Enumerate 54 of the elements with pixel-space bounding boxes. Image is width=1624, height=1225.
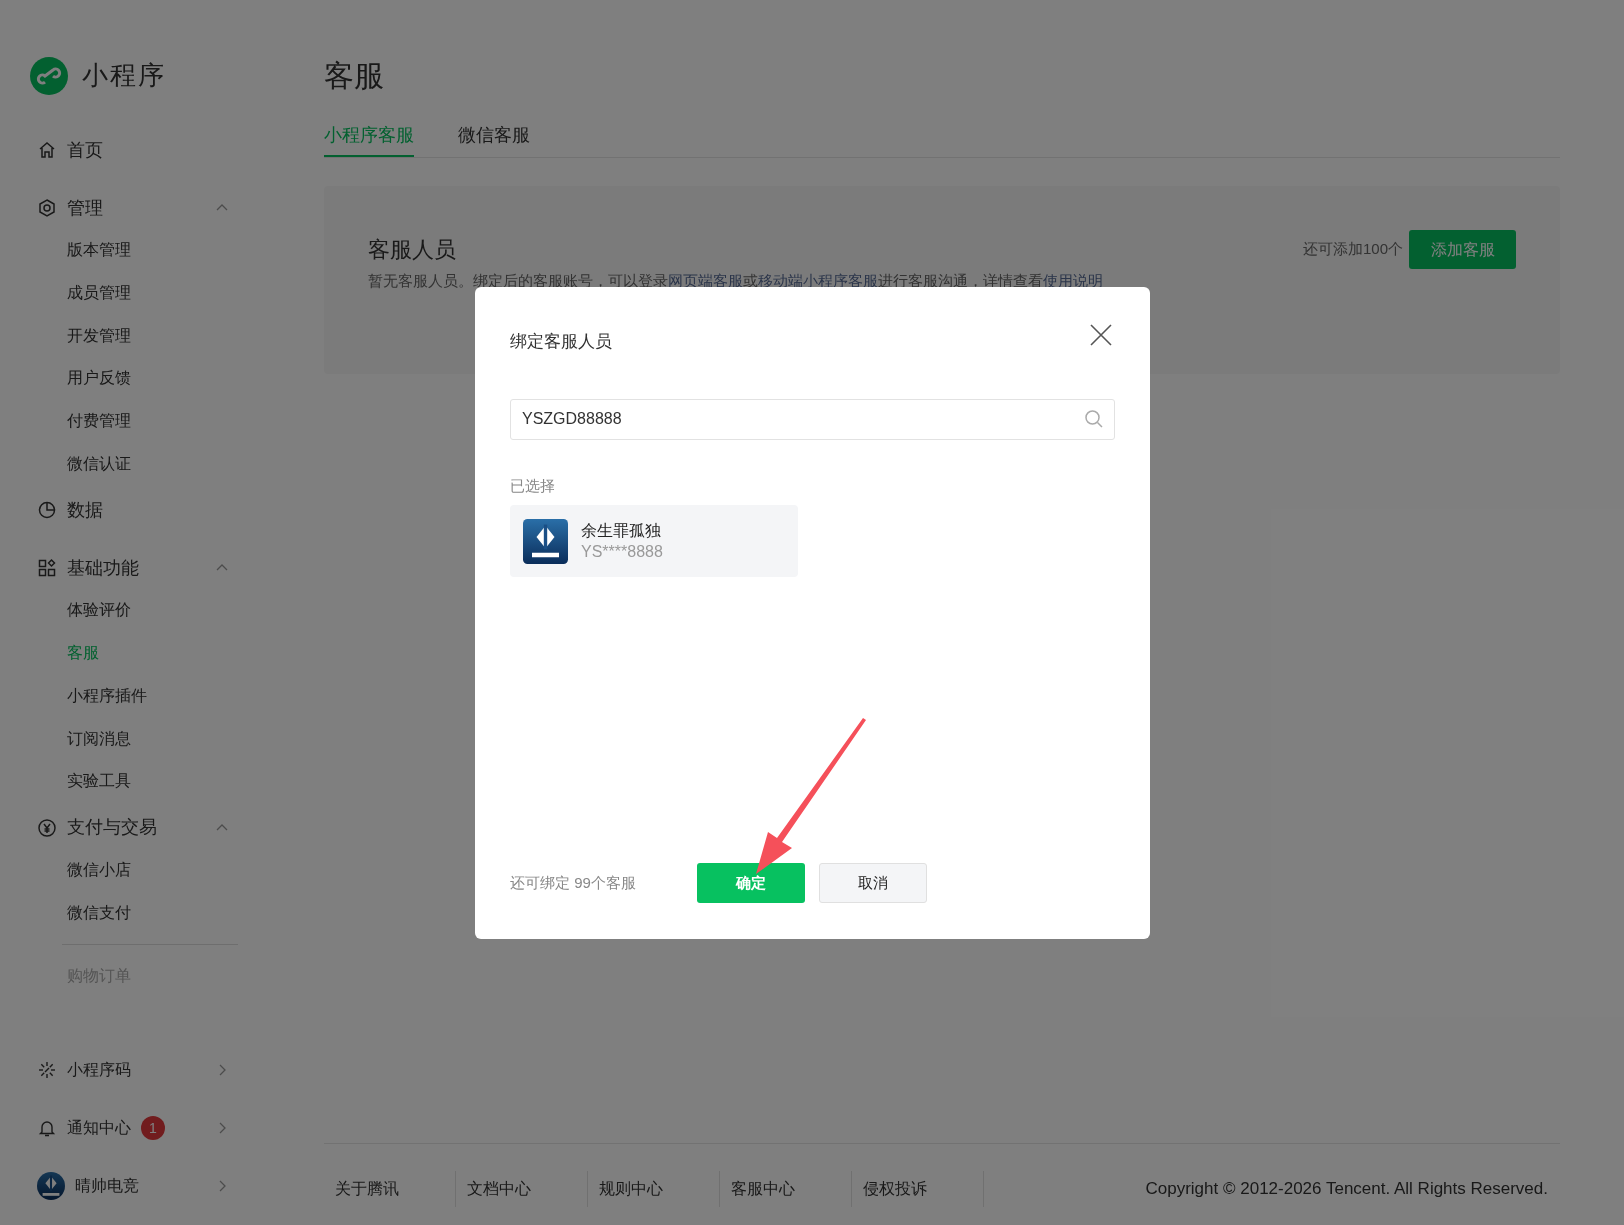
nav-subitem[interactable]: 微信小店	[30, 848, 230, 892]
footer-link[interactable]: 文档中心	[456, 1170, 588, 1207]
yen-icon	[37, 817, 57, 838]
dialog-title: 绑定客服人员	[510, 331, 612, 353]
nav-subitem[interactable]: 用户反馈	[30, 357, 230, 400]
nav-subitem[interactable]: 微信支付	[30, 891, 230, 934]
notification-badge: 1	[141, 1116, 165, 1140]
search-icon	[1084, 408, 1104, 429]
nav-item[interactable]: 支付与交易	[30, 806, 230, 849]
nav-subitem[interactable]: 小程序插件	[30, 674, 230, 718]
app-title: 小程序	[82, 59, 166, 92]
footer-link[interactable]: 侵权投诉	[852, 1170, 984, 1207]
nav-subitem[interactable]: 版本管理	[30, 229, 230, 272]
nav-item[interactable]: 通知中心 1	[30, 1107, 230, 1149]
nav-item[interactable]: 晴帅电竞	[30, 1165, 230, 1207]
nav-subitem[interactable]: 微信认证	[30, 442, 230, 486]
nav-item[interactable]: 首页	[30, 129, 230, 171]
home-icon	[37, 140, 57, 160]
sparkle-icon	[37, 1060, 57, 1080]
copyright-text: Copyright © 2012-2026 Tencent. All Rights Reserved.	[1145, 1177, 1549, 1200]
grid-icon	[37, 558, 57, 579]
quota-text: 还可添加100个	[1302, 239, 1403, 260]
footer-link[interactable]: 客服中心	[720, 1170, 852, 1207]
footer-link[interactable]: 规则中心	[588, 1170, 720, 1207]
avatar	[523, 518, 568, 564]
nav-item[interactable]: 管理	[30, 187, 230, 229]
section-label: 已选择	[510, 475, 555, 496]
bell-icon	[37, 1118, 57, 1138]
close-icon	[1088, 321, 1114, 348]
close-button[interactable]	[1088, 321, 1114, 348]
user-name: 余生罪孤独	[581, 521, 662, 541]
remaining-text: 还可绑定 99个客服	[510, 872, 637, 893]
nav-subitem[interactable]: 成员管理	[30, 271, 230, 315]
nav-subitem[interactable]: 付费管理	[30, 399, 230, 443]
hexagon-icon	[37, 198, 57, 218]
nav-item[interactable]: 基础功能	[30, 547, 230, 590]
footer-link[interactable]: 关于腾讯	[324, 1170, 456, 1207]
nav-subitem[interactable]: 实验工具	[30, 759, 230, 803]
cancel-button[interactable]: 取消	[819, 863, 927, 903]
confirm-button[interactable]: 确定	[697, 863, 805, 903]
tab[interactable]: 微信客服	[458, 122, 530, 157]
nav-subitem[interactable]: 开发管理	[30, 314, 230, 358]
user-id: YS****8888	[581, 542, 663, 562]
nav-item[interactable]: 数据	[30, 489, 230, 532]
selected-user-card[interactable]: 余生罪孤独 YS****8888	[510, 505, 798, 577]
card-title: 客服人员	[368, 236, 456, 264]
avatar	[37, 1172, 65, 1200]
logo-icon	[30, 56, 68, 95]
page-title: 客服	[324, 58, 384, 94]
nav-subitem[interactable]: 体验评价	[30, 589, 230, 632]
nav-item[interactable]: 小程序码	[30, 1049, 230, 1091]
search-field[interactable]: YSZGD88888	[510, 398, 1115, 440]
nav-subitem[interactable]: 订阅消息	[30, 717, 230, 760]
pie-chart-icon	[37, 500, 57, 521]
